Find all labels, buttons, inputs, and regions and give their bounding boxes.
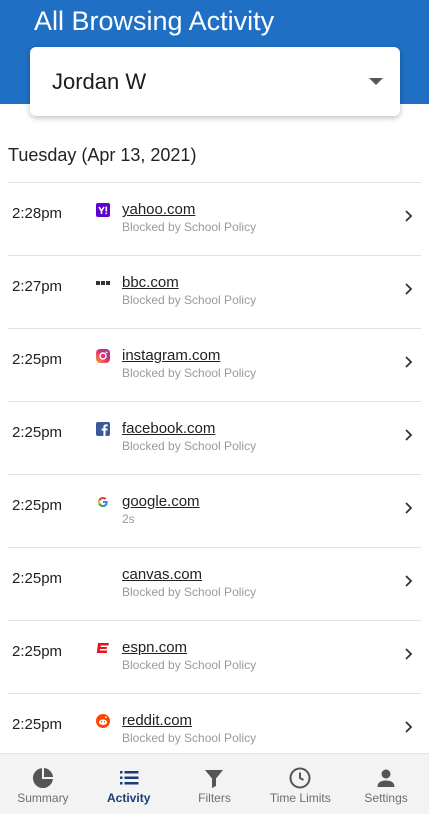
nav-filters[interactable]: Filters	[172, 754, 258, 814]
activity-time: 2:25pm	[12, 716, 63, 733]
chevron-right-icon[interactable]	[404, 355, 413, 369]
chevron-right-icon[interactable]	[404, 720, 413, 734]
bottom-nav: Summary Activity Filters Time Limits Set…	[0, 753, 429, 814]
activity-site-link[interactable]: canvas.com	[122, 566, 202, 583]
activity-status: Blocked by School Policy	[122, 293, 257, 307]
pie-chart-icon	[32, 768, 53, 789]
chevron-right-icon[interactable]	[404, 209, 413, 223]
nav-summary[interactable]: Summary	[0, 754, 86, 814]
chevron-right-icon[interactable]	[404, 282, 413, 296]
activity-list: 2:28pm yahoo.com Blocked by School Polic…	[8, 182, 421, 766]
activity-status: Blocked by School Policy	[122, 658, 257, 672]
activity-site-link[interactable]: espn.com	[122, 639, 187, 656]
activity-status: Blocked by School Policy	[122, 439, 257, 453]
activity-time: 2:28pm	[12, 205, 63, 222]
espn-icon	[96, 643, 109, 653]
activity-status: Blocked by School Policy	[122, 220, 257, 234]
page-title: All Browsing Activity	[34, 6, 275, 36]
activity-row[interactable]: 2:25pm canvas.com Blocked by School Poli…	[8, 547, 421, 620]
activity-time: 2:27pm	[12, 278, 63, 295]
instagram-icon	[96, 349, 110, 363]
yahoo-icon	[96, 203, 110, 217]
activity-site-link[interactable]: yahoo.com	[122, 201, 195, 218]
activity-row[interactable]: 2:28pm yahoo.com Blocked by School Polic…	[8, 182, 421, 255]
activity-row[interactable]: 2:25pm instagram.com Blocked by School P…	[8, 328, 421, 401]
nav-settings[interactable]: Settings	[343, 754, 429, 814]
facebook-icon	[96, 422, 110, 436]
activity-site-link[interactable]: reddit.com	[122, 712, 192, 729]
chevron-right-icon[interactable]	[404, 501, 413, 515]
activity-status: Blocked by School Policy	[122, 731, 257, 745]
activity-row[interactable]: 2:25pm espn.com Blocked by School Policy	[8, 620, 421, 693]
user-select-dropdown[interactable]: Jordan W	[30, 47, 400, 116]
date-heading: Tuesday (Apr 13, 2021)	[8, 145, 197, 165]
selected-user: Jordan W	[52, 68, 147, 94]
nav-summary-label: Summary	[17, 791, 69, 805]
activity-time: 2:25pm	[12, 643, 63, 660]
user-icon	[377, 769, 395, 787]
activity-time: 2:25pm	[12, 424, 63, 441]
activity-time: 2:25pm	[12, 497, 63, 514]
activity-site-link[interactable]: bbc.com	[122, 274, 179, 291]
activity-time: 2:25pm	[12, 351, 63, 368]
nav-activity-label: Activity	[107, 791, 151, 805]
activity-row[interactable]: 2:25pm facebook.com Blocked by School Po…	[8, 401, 421, 474]
reddit-icon	[96, 714, 110, 728]
nav-time-limits-label: Time Limits	[269, 791, 331, 805]
list-icon	[119, 771, 139, 785]
bbc-icon	[96, 281, 110, 285]
nav-settings-label: Settings	[364, 791, 408, 805]
activity-status: Blocked by School Policy	[122, 585, 257, 599]
activity-time: 2:25pm	[12, 570, 63, 587]
activity-status: 2s	[122, 512, 135, 526]
chevron-right-icon[interactable]	[404, 574, 413, 588]
activity-row[interactable]: 2:27pm bbc.com Blocked by School Policy	[8, 255, 421, 328]
activity-row[interactable]: 2:25pm google.com 2s	[8, 474, 421, 547]
nav-filters-label: Filters	[198, 791, 231, 805]
activity-site-link[interactable]: facebook.com	[122, 420, 215, 437]
nav-activity[interactable]: Activity	[86, 754, 172, 814]
activity-site-link[interactable]: instagram.com	[122, 347, 220, 364]
chevron-right-icon[interactable]	[404, 647, 413, 661]
clock-icon	[289, 767, 311, 789]
google-icon	[98, 497, 108, 507]
caret-down-icon	[369, 78, 383, 85]
filter-icon	[205, 770, 224, 788]
activity-site-link[interactable]: google.com	[122, 493, 200, 510]
activity-status: Blocked by School Policy	[122, 366, 257, 380]
chevron-right-icon[interactable]	[404, 428, 413, 442]
nav-time-limits[interactable]: Time Limits	[257, 754, 343, 814]
